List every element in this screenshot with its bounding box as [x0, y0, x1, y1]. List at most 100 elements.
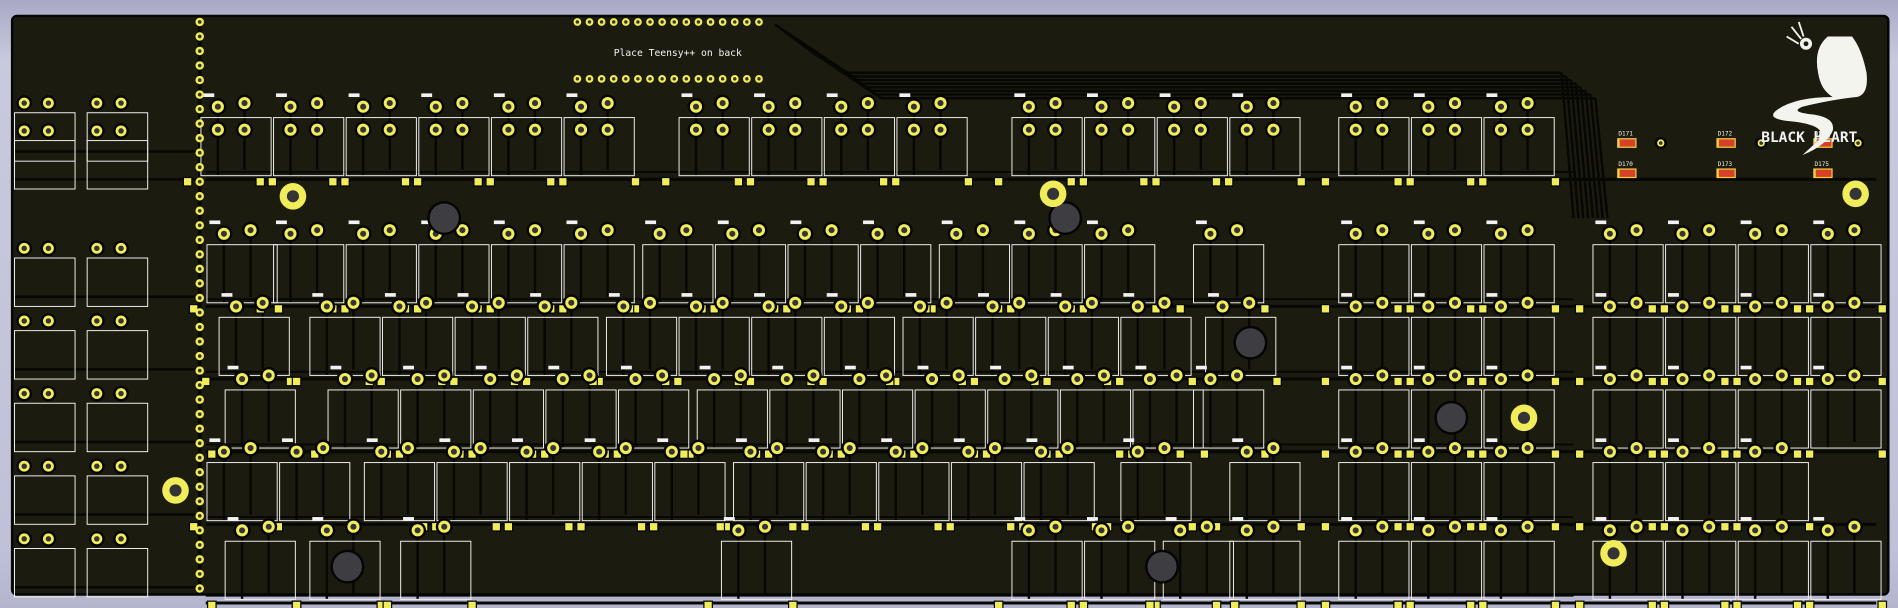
- header-drill: [197, 208, 202, 213]
- diode-pad: [1733, 377, 1741, 386]
- pad-drill: [901, 227, 908, 234]
- diode-pad: [1551, 450, 1560, 458]
- switch-label-mark: [1813, 365, 1825, 370]
- switch-label-mark: [1813, 220, 1825, 225]
- pad-drill: [404, 445, 411, 452]
- header-drill: [197, 34, 202, 39]
- pad-drill: [1524, 227, 1531, 234]
- logo-text: BLACK HEART: [1761, 130, 1857, 146]
- pad-drill: [646, 299, 654, 306]
- switch-label-mark: [1086, 93, 1098, 98]
- switch-label-mark: [1486, 438, 1498, 442]
- pad-drill: [620, 303, 627, 310]
- pad-drill: [668, 448, 675, 455]
- pad-drill: [239, 527, 246, 534]
- switch-label-mark: [366, 438, 378, 442]
- pad-drill: [892, 448, 899, 455]
- diode-pad: [1793, 601, 1802, 608]
- diode-pad: [1878, 377, 1886, 386]
- led-label: D171: [1618, 131, 1633, 138]
- teensy-drill: [660, 77, 664, 81]
- header-drill: [197, 63, 202, 68]
- pad-drill: [1074, 376, 1081, 383]
- pad-drill: [293, 448, 300, 455]
- pad-drill: [1203, 523, 1210, 530]
- pad-drill: [1234, 227, 1241, 234]
- header-drill: [197, 325, 202, 329]
- diode-pad: [1079, 178, 1087, 186]
- switch-label-mark: [826, 93, 838, 98]
- pad-drill: [495, 299, 502, 306]
- switch-label-mark: [1668, 438, 1679, 442]
- switch-label-mark: [953, 438, 965, 442]
- diode-pad: [892, 178, 900, 186]
- switch-label-mark: [699, 365, 711, 370]
- pad-drill: [943, 299, 950, 306]
- pad-drill: [1379, 445, 1386, 452]
- pad-drill: [1824, 230, 1831, 237]
- pad-drill: [1658, 141, 1663, 145]
- diode-pad: [1116, 450, 1124, 458]
- switch-label-mark: [1668, 365, 1679, 370]
- pad-drill: [1451, 299, 1458, 306]
- pad-drill: [414, 376, 421, 383]
- header-drill: [197, 310, 202, 315]
- header-drill: [197, 296, 202, 300]
- pad-drill: [214, 126, 221, 133]
- led-pad: [1718, 139, 1735, 147]
- switch-label-mark: [1413, 220, 1425, 225]
- diode-pad: [1007, 523, 1015, 531]
- pad-drill: [1100, 372, 1107, 379]
- header-drill: [197, 557, 202, 562]
- pad-drill: [1497, 126, 1504, 133]
- switch-label-mark: [1740, 517, 1752, 521]
- mounting-hole: [330, 549, 365, 584]
- teensy-drill: [684, 20, 689, 24]
- diode-pad: [383, 601, 391, 608]
- pad-drill: [487, 376, 494, 383]
- header-drill: [197, 368, 202, 373]
- pad-drill: [1028, 372, 1035, 379]
- diode-pad: [1394, 601, 1402, 608]
- pad-drill: [965, 448, 972, 455]
- diode-pad: [1551, 601, 1560, 608]
- switch-label-mark: [1595, 365, 1607, 370]
- switch-label-mark: [566, 93, 578, 98]
- diode-pad: [1648, 450, 1656, 458]
- diode-pad: [468, 601, 476, 608]
- teensy-drill: [720, 20, 725, 24]
- diode-pad: [873, 523, 882, 531]
- teensy-drill: [587, 77, 592, 81]
- pad-drill: [838, 103, 845, 110]
- switch-label-mark: [221, 293, 233, 297]
- pad-drill: [916, 303, 923, 310]
- teensy-drill: [575, 77, 580, 81]
- pad-drill: [233, 303, 240, 310]
- pad-drill: [765, 103, 772, 110]
- switch-label-mark: [348, 93, 360, 98]
- pad-drill: [683, 227, 690, 234]
- pad-drill: [1606, 527, 1613, 534]
- pad-drill: [659, 372, 666, 379]
- pad-drill: [1824, 527, 1831, 534]
- pad-drill: [1352, 230, 1359, 237]
- pad-drill: [568, 299, 575, 306]
- pad-drill: [1824, 376, 1831, 383]
- diode-pad: [1551, 377, 1560, 386]
- switch-label-mark: [1413, 365, 1425, 370]
- pad-drill: [1633, 299, 1640, 306]
- plated-hole-drill: [1607, 547, 1620, 560]
- pad-drill: [531, 126, 539, 133]
- diode-pad: [789, 523, 797, 531]
- diode-pad: [1297, 523, 1305, 531]
- pad-drill: [632, 376, 639, 383]
- pad-drill: [1246, 299, 1253, 306]
- pad-drill: [1025, 126, 1032, 133]
- diode-pad: [1806, 305, 1814, 313]
- pad-drill: [1379, 126, 1386, 133]
- diode-pad: [1394, 178, 1402, 186]
- pad-drill: [929, 376, 936, 383]
- pad-drill: [989, 303, 996, 310]
- diode-pad: [934, 523, 942, 531]
- diode-pad: [1188, 377, 1196, 386]
